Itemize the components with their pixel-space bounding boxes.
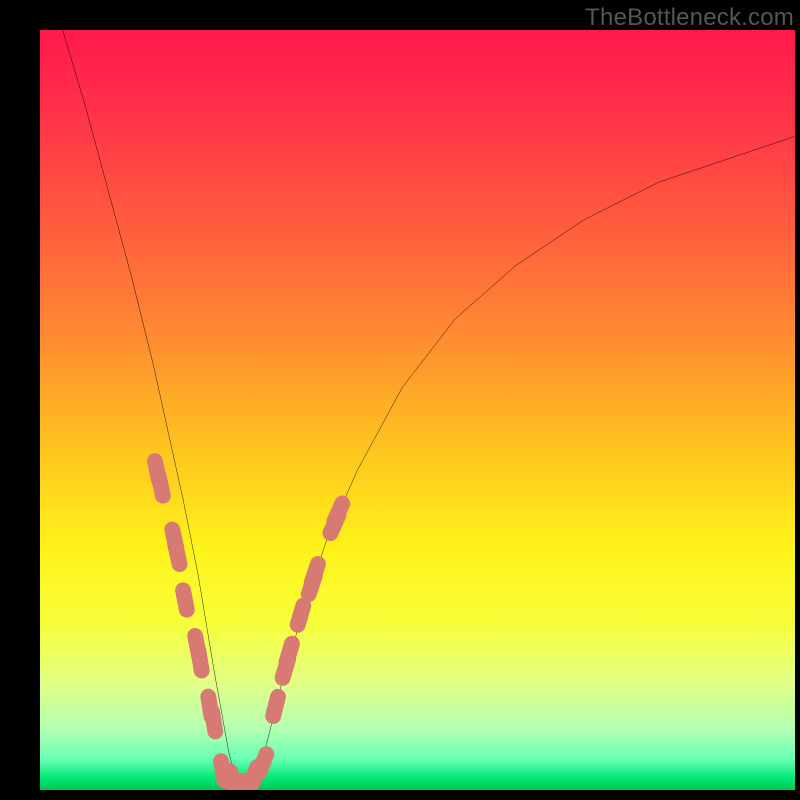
- data-point: [212, 712, 215, 731]
- data-point: [198, 651, 201, 670]
- data-point: [334, 504, 342, 522]
- plot-area: [40, 30, 795, 790]
- data-point: [183, 590, 187, 609]
- data-point: [298, 606, 304, 625]
- data-point: [175, 545, 179, 564]
- frame: TheBottleneck.com: [0, 0, 800, 800]
- data-point: [159, 476, 163, 495]
- watermark-text: TheBottleneck.com: [585, 4, 794, 32]
- data-point: [286, 644, 292, 663]
- data-point: [259, 754, 266, 772]
- data-point: [273, 697, 278, 716]
- bottleneck-curve: [40, 30, 795, 790]
- data-point: [312, 564, 318, 583]
